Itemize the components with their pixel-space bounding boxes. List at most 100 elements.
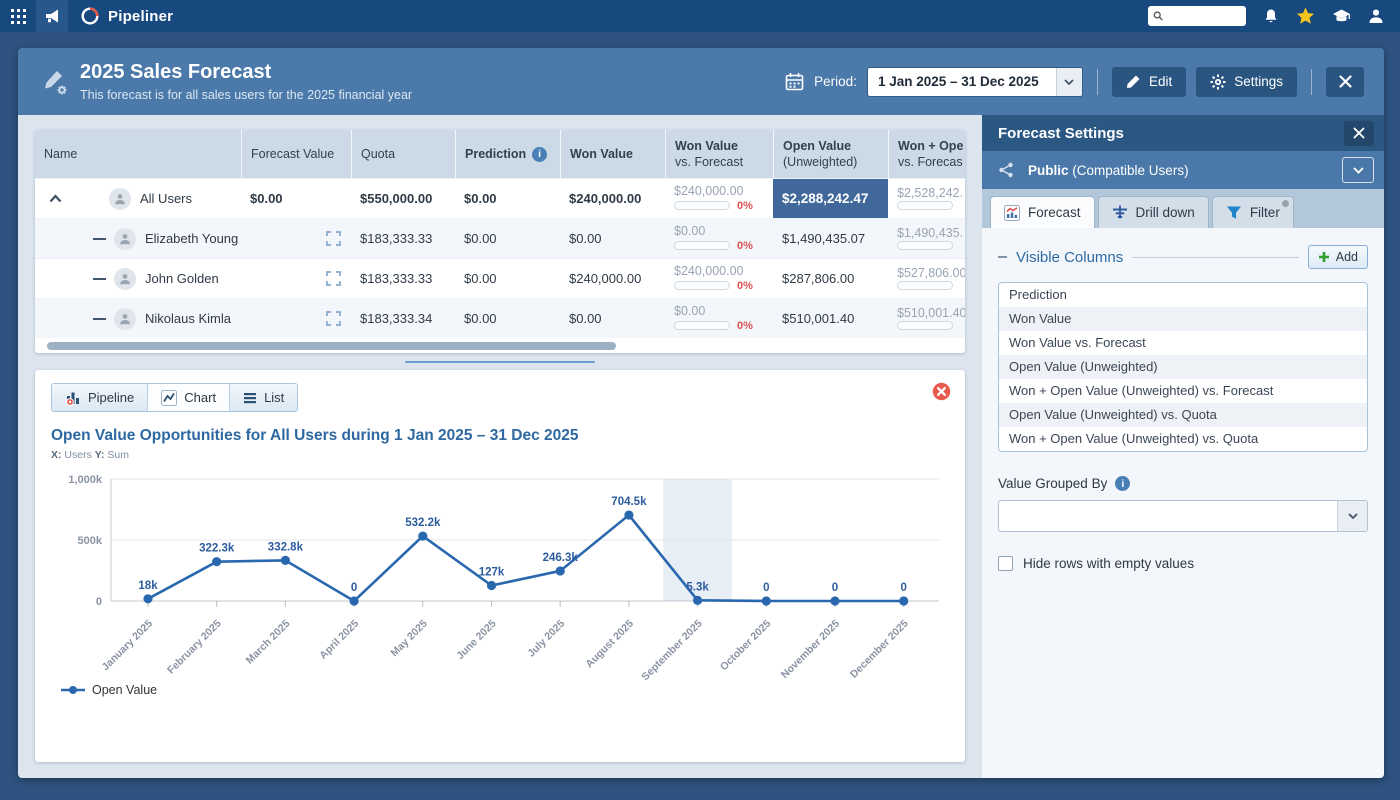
svg-text:October 2025: October 2025 <box>718 618 774 674</box>
progress-bar <box>897 281 953 290</box>
svg-text:September 2025: September 2025 <box>639 618 705 683</box>
apps-menu-button[interactable] <box>0 0 36 32</box>
tab-list[interactable]: List <box>229 384 297 411</box>
quota-cell: $183,333.34 <box>351 299 455 338</box>
close-icon <box>1339 75 1352 88</box>
global-search[interactable] <box>1148 6 1246 26</box>
avatar <box>114 228 136 250</box>
tab-drill-down[interactable]: Drill down <box>1098 196 1209 228</box>
column-header-forecast-value[interactable]: Forecast Value <box>241 130 351 178</box>
svg-text:704.5k: 704.5k <box>611 496 647 508</box>
visibility-dropdown-button[interactable] <box>1342 157 1374 183</box>
info-icon[interactable] <box>532 147 547 162</box>
svg-text:0: 0 <box>96 596 102 608</box>
close-settings-button[interactable] <box>1344 121 1374 146</box>
svg-text:November 2025: November 2025 <box>779 618 842 681</box>
add-column-button[interactable]: Add <box>1308 245 1368 269</box>
list-item[interactable]: Open Value (Unweighted) <box>999 355 1367 379</box>
visibility-value: Public (Compatible Users) <box>1028 163 1328 178</box>
table-header-row: Name Forecast Value Quota Prediction Won… <box>35 130 965 178</box>
column-header-won-plus-open[interactable]: Won + Opevs. Forecas <box>888 130 965 178</box>
expand-brackets-icon[interactable] <box>326 231 341 246</box>
announcements-button[interactable] <box>36 0 68 32</box>
notifications-bell-icon[interactable] <box>1263 8 1279 25</box>
expand-brackets-icon[interactable] <box>326 311 341 326</box>
edit-button[interactable]: Edit <box>1112 67 1186 97</box>
period-select[interactable]: 1 Jan 2025 – 31 Dec 2025 <box>867 67 1083 97</box>
splitter-handle[interactable] <box>405 361 595 363</box>
won-vs-forecast-cell: $0.00 0% <box>665 219 773 258</box>
drill-down-icon <box>1112 205 1128 220</box>
table-row-nikolaus-kimla[interactable]: Nikolaus Kimla $183,333.34 $0.00 $0.00 $… <box>35 298 965 338</box>
table-row-all-users[interactable]: All Users $0.00 $550,000.00 $0.00 $240,0… <box>35 178 965 218</box>
svg-text:127k: 127k <box>479 567 505 579</box>
leaf-row-dash-icon <box>93 318 106 320</box>
gear-icon <box>1210 74 1226 90</box>
list-item[interactable]: Won Value vs. Forecast <box>999 331 1367 355</box>
search-input[interactable] <box>1164 9 1242 23</box>
settings-button[interactable]: Settings <box>1196 67 1297 97</box>
period-label: Period: <box>814 74 857 89</box>
column-header-name[interactable]: Name <box>35 130 241 178</box>
tab-chart[interactable]: Chart <box>147 384 229 411</box>
table-row-john-golden[interactable]: John Golden $183,333.33 $0.00 $240,000.0… <box>35 258 965 298</box>
hide-empty-rows-option: Hide rows with empty values <box>998 556 1368 571</box>
filter-funnel-icon <box>1226 205 1242 220</box>
list-item[interactable]: Prediction <box>999 283 1367 307</box>
collapse-chevron-up-icon[interactable] <box>49 194 62 203</box>
column-header-won-vs-forecast[interactable]: Won Valuevs. Forecast <box>665 130 773 178</box>
list-item[interactable]: Won Value <box>999 307 1367 331</box>
value-grouped-by-select[interactable] <box>998 500 1368 532</box>
chart-axis-note: X: Users Y: Sum <box>51 449 949 461</box>
list-item[interactable]: Won + Open Value (Unweighted) vs. Foreca… <box>999 379 1367 403</box>
list-item[interactable]: Open Value (Unweighted) vs. Quota <box>999 403 1367 427</box>
horizontal-scrollbar[interactable] <box>35 338 965 353</box>
academy-cap-icon[interactable] <box>1332 8 1351 25</box>
list-item[interactable]: Won + Open Value (Unweighted) vs. Quota <box>999 427 1367 451</box>
page-title: 2025 Sales Forecast <box>80 61 412 84</box>
scrollbar-thumb[interactable] <box>47 342 616 350</box>
avatar <box>114 308 136 330</box>
svg-text:July 2025: July 2025 <box>525 618 567 660</box>
value-grouped-by-label-row: Value Grouped By <box>998 476 1368 491</box>
filter-status-dot <box>1282 200 1289 207</box>
column-header-won-value[interactable]: Won Value <box>560 130 665 178</box>
brand[interactable]: Pipeliner <box>80 6 173 26</box>
close-forecast-button[interactable] <box>1326 67 1364 97</box>
expand-brackets-icon[interactable] <box>326 271 341 286</box>
pencil-icon <box>1126 74 1141 89</box>
svg-text:August 2025: August 2025 <box>583 618 636 671</box>
user-profile-icon[interactable] <box>1368 8 1384 24</box>
column-header-prediction[interactable]: Prediction <box>455 130 560 178</box>
tab-filter[interactable]: Filter <box>1212 196 1294 228</box>
column-header-quota[interactable]: Quota <box>351 130 455 178</box>
won-plus-open-cell: $510,001.40 <box>888 299 965 338</box>
tab-pipeline[interactable]: Pipeline <box>52 384 147 411</box>
svg-text:January 2025: January 2025 <box>100 618 156 674</box>
table-row-elizabeth-young[interactable]: Elizabeth Young $183,333.33 $0.00 $0.00 … <box>35 218 965 258</box>
leaf-row-dash-icon <box>93 278 106 280</box>
chevron-down-icon <box>1056 68 1082 96</box>
favorites-star-icon[interactable] <box>1296 7 1315 25</box>
open-value-line-chart: 0500k1,000kJanuary 2025February 2025Marc… <box>51 471 956 683</box>
open-value-cell: $510,001.40 <box>773 299 888 338</box>
tab-forecast[interactable]: Forecast <box>990 196 1095 228</box>
period-value: 1 Jan 2025 – 31 Dec 2025 <box>868 68 1056 96</box>
row-name: John Golden <box>145 271 219 286</box>
settings-panel-title: Forecast Settings <box>998 125 1124 142</box>
close-circle-icon <box>932 382 951 401</box>
chart-panel: Pipeline Chart List Open Value Opportuni… <box>35 370 965 762</box>
info-icon[interactable] <box>1115 476 1130 491</box>
visible-columns-list: Prediction Won Value Won Value vs. Forec… <box>998 282 1368 452</box>
won-plus-open-cell: $2,528,242. <box>888 179 965 218</box>
edit-button-label: Edit <box>1149 74 1172 89</box>
edit-forecast-icon <box>40 67 70 97</box>
column-header-open-value[interactable]: Open Value(Unweighted) <box>773 130 888 178</box>
svg-text:0: 0 <box>832 582 838 594</box>
panel-splitter[interactable] <box>35 353 965 370</box>
close-chart-button[interactable] <box>932 382 951 401</box>
hide-empty-checkbox[interactable] <box>998 556 1013 571</box>
value-grouped-by-label: Value Grouped By <box>998 476 1107 491</box>
svg-text:April 2025: April 2025 <box>317 618 361 662</box>
open-value-cell-selected[interactable]: $2,288,242.47 <box>773 179 888 218</box>
